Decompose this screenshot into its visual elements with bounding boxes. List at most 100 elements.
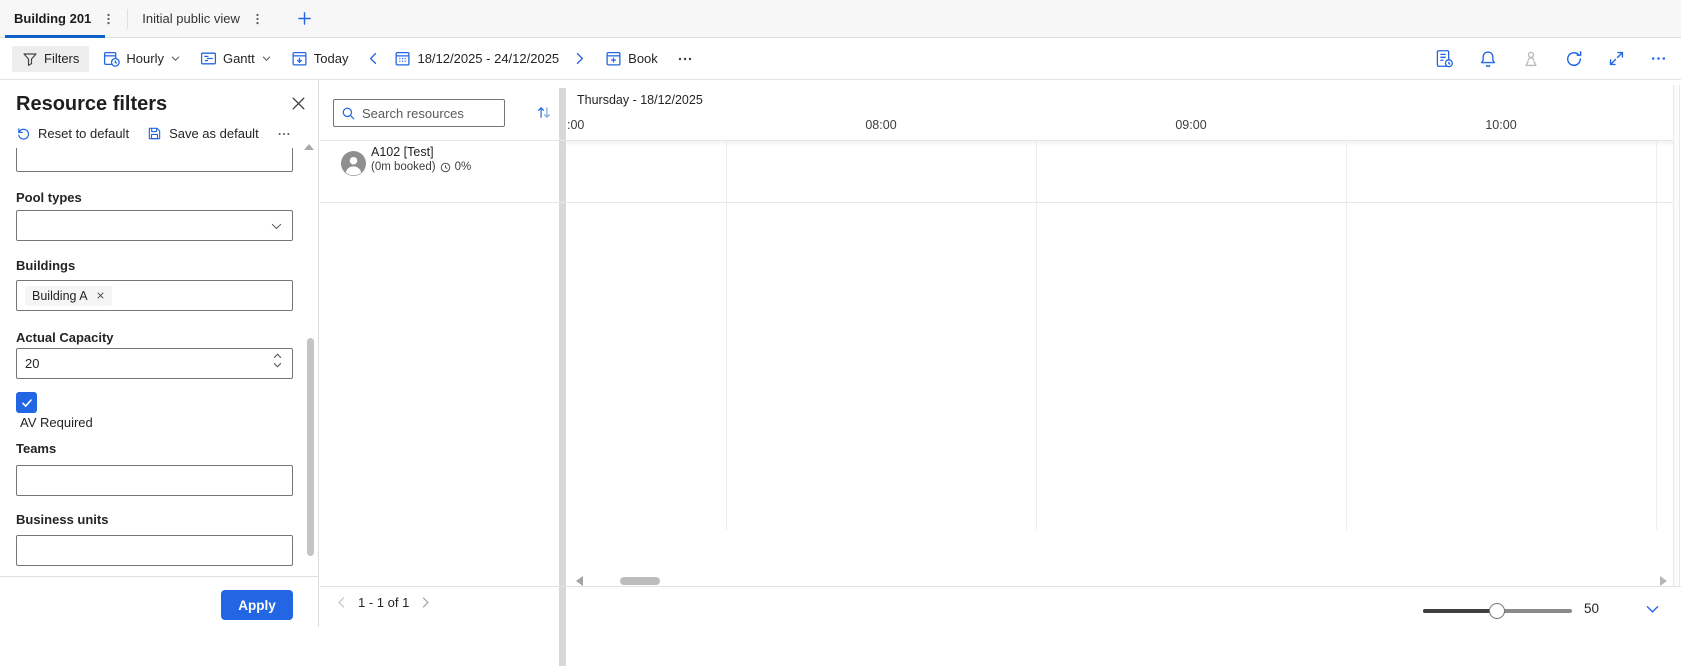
close-icon	[290, 95, 307, 112]
panel-scroll-up-arrow[interactable]	[304, 144, 314, 150]
rows-scrollbar-strip[interactable]	[559, 88, 566, 666]
grid-vertical-line	[1656, 140, 1657, 530]
tag-label: Building A	[32, 289, 88, 303]
book-button[interactable]: Book	[605, 50, 658, 67]
tab-initial-public-view[interactable]: Initial public view	[128, 0, 276, 38]
sort-resources-button[interactable]	[536, 104, 552, 121]
expand-icon	[1608, 50, 1625, 67]
stepper-down-icon[interactable]	[269, 361, 286, 369]
scale-selector-hourly[interactable]: Hourly	[103, 50, 181, 67]
add-tab-button[interactable]	[294, 8, 315, 29]
hscroll-thumb[interactable]	[620, 577, 660, 585]
filter-more-button[interactable]	[277, 127, 291, 141]
today-button[interactable]: Today	[291, 50, 349, 67]
time-label: :00	[567, 118, 584, 132]
filter-funnel-icon	[22, 51, 38, 67]
chevron-right-icon	[573, 52, 586, 65]
reset-icon	[16, 126, 31, 141]
grid-vertical-line	[1346, 140, 1347, 530]
map-view-button[interactable]	[1522, 50, 1540, 68]
booked-label: (0m booked)	[371, 161, 436, 173]
av-required-checkbox[interactable]	[16, 392, 37, 413]
buildings-field[interactable]: Building A	[16, 280, 293, 311]
expand-button[interactable]	[1608, 50, 1625, 67]
hourly-label: Hourly	[126, 51, 164, 66]
time-label: 08:00	[856, 118, 906, 132]
schedule-grid[interactable]: Thursday - 18/12/2025 :00 08:00 09:00 10…	[566, 80, 1673, 627]
business-units-label: Business units	[16, 512, 108, 527]
av-required-label: AV Required	[20, 415, 93, 430]
remove-tag-icon[interactable]	[96, 291, 105, 300]
previous-period-button[interactable]	[367, 52, 380, 65]
next-period-button[interactable]	[573, 52, 586, 65]
pagination: 1 - 1 of 1	[335, 595, 432, 610]
close-panel-button[interactable]	[288, 93, 309, 114]
time-label: 10:00	[1476, 118, 1526, 132]
grid-vertical-line	[1036, 140, 1037, 530]
date-range-picker[interactable]: 18/12/2025 - 24/12/2025	[394, 50, 559, 67]
refresh-icon	[1565, 50, 1583, 68]
search-icon	[341, 106, 356, 121]
save-as-default-button[interactable]: Save as default	[147, 126, 259, 141]
page-next-icon[interactable]	[419, 596, 432, 609]
actual-capacity-input[interactable]	[25, 356, 284, 371]
book-calendar-plus-icon	[605, 50, 622, 67]
refresh-button[interactable]	[1565, 50, 1583, 68]
main-area: Resource filters Reset to default Save a…	[0, 80, 1681, 627]
requirements-panel-icon	[1435, 49, 1454, 68]
calendar-icon	[394, 50, 411, 67]
gantt-label: Gantt	[223, 51, 255, 66]
stepper-up-icon[interactable]	[269, 352, 286, 360]
page-previous-icon[interactable]	[335, 596, 348, 609]
today-calendar-icon	[291, 50, 308, 67]
booking-requirements-button[interactable]	[1435, 49, 1454, 68]
chevron-down-icon	[170, 53, 181, 64]
bell-icon	[1479, 50, 1497, 68]
zoom-value: 50	[1584, 601, 1599, 616]
resource-booking-summary: (0m booked) 0%	[371, 161, 471, 173]
business-units-field[interactable]	[16, 535, 293, 566]
resource-name[interactable]: A102 [Test]	[371, 145, 434, 159]
scrolled-filter-field[interactable]	[16, 148, 293, 172]
more-options-button[interactable]	[1650, 50, 1667, 67]
save-icon	[147, 126, 162, 141]
toolbar-overflow-button[interactable]	[677, 51, 693, 67]
apply-button[interactable]: Apply	[221, 590, 293, 620]
pane-bottom-divider	[320, 586, 1681, 587]
pool-types-label: Pool types	[16, 190, 82, 205]
notifications-button[interactable]	[1479, 50, 1497, 68]
more-icon	[277, 127, 291, 141]
panel-scrollbar-thumb[interactable]	[307, 338, 314, 556]
sort-arrows-icon	[536, 104, 552, 121]
resource-row-divider	[320, 202, 1673, 203]
reset-to-default-button[interactable]: Reset to default	[16, 126, 129, 141]
tab-label: Initial public view	[142, 11, 240, 26]
filters-button[interactable]: Filters	[12, 46, 89, 72]
zoom-slider-knob[interactable]	[1489, 603, 1505, 619]
tab-more-icon[interactable]	[249, 10, 266, 28]
hscroll-left-arrow[interactable]	[576, 576, 583, 586]
tab-building-201[interactable]: Building 201	[0, 0, 127, 38]
clock-icon	[440, 162, 451, 173]
building-a-tag: Building A	[25, 286, 112, 306]
zoom-chevron-down-icon[interactable]	[1645, 602, 1660, 617]
resource-avatar	[341, 151, 366, 176]
actual-capacity-label: Actual Capacity	[16, 330, 114, 345]
pagination-text: 1 - 1 of 1	[358, 595, 409, 610]
tab-bar: Building 201 Initial public view	[0, 0, 1681, 38]
tab-more-icon[interactable]	[100, 10, 117, 28]
search-resources-input[interactable]	[362, 106, 497, 121]
reset-label: Reset to default	[38, 126, 129, 141]
view-selector-gantt[interactable]: Gantt	[200, 50, 272, 67]
panel-footer-divider	[0, 576, 318, 577]
resource-search-box	[333, 99, 505, 127]
chevron-down-icon	[270, 220, 283, 233]
grid-vertical-scrollbar[interactable]	[1673, 85, 1680, 586]
pool-types-dropdown[interactable]	[16, 210, 293, 241]
number-stepper	[269, 352, 286, 369]
gantt-view-icon	[200, 50, 217, 67]
teams-field[interactable]	[16, 465, 293, 496]
grid-header-shadow	[566, 141, 1673, 146]
hscroll-right-arrow[interactable]	[1660, 576, 1667, 586]
teams-label: Teams	[16, 441, 56, 456]
